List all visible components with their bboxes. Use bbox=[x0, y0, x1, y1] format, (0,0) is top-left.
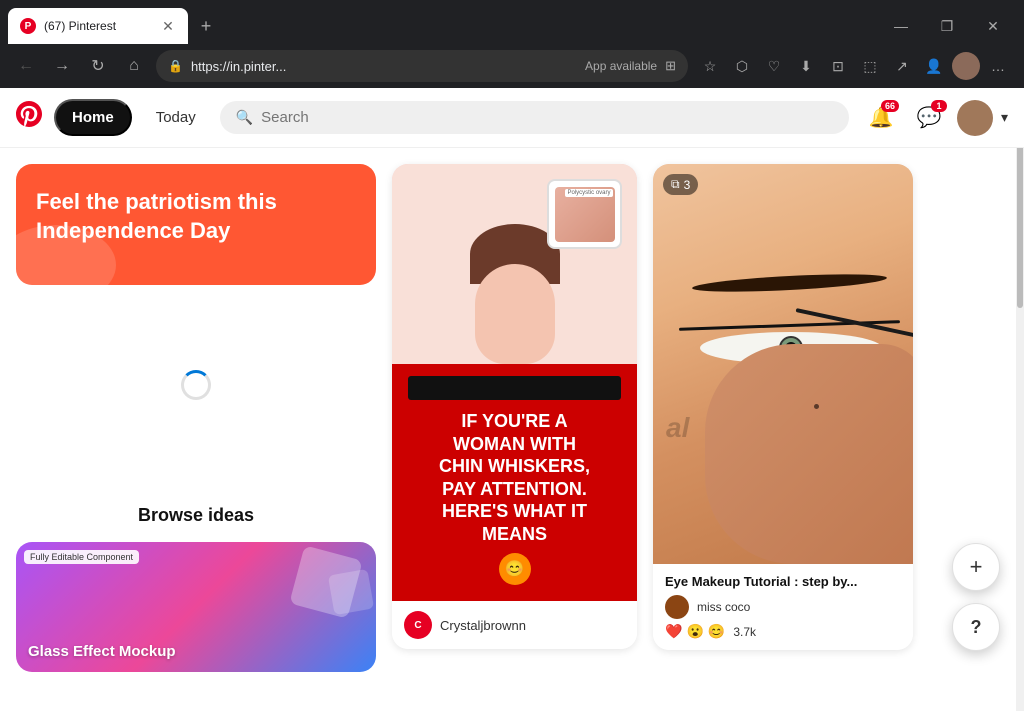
search-input[interactable] bbox=[261, 109, 833, 126]
polycystic-label: Polycystic ovary bbox=[565, 189, 612, 197]
pin-user-avatar: C bbox=[404, 611, 432, 639]
profile2-icon[interactable]: 👤 bbox=[920, 52, 948, 80]
reaction-wow: 😮 bbox=[686, 623, 703, 640]
browse-section: Browse ideas Fully Editable Component Gl… bbox=[16, 505, 376, 672]
header-right: 🔔 66 💬 1 ▾ bbox=[861, 98, 1008, 138]
middle-column: Polycystic ovary IF YOU'RE AWOMAN WITHCH… bbox=[392, 164, 637, 649]
pin-collection-count: ⧉ 3 bbox=[663, 174, 698, 195]
download-icon[interactable]: ⬇ bbox=[792, 52, 820, 80]
address-text: https://in.pinter... bbox=[191, 59, 577, 74]
user-profile-icon[interactable] bbox=[952, 52, 980, 80]
forward-button[interactable]: → bbox=[48, 52, 76, 80]
medical-diagram: Polycystic ovary bbox=[555, 187, 615, 242]
hand bbox=[705, 344, 913, 564]
maximize-button[interactable]: ❐ bbox=[924, 8, 970, 44]
right-column: ⧉ 3 al bbox=[653, 164, 913, 662]
eye-pin-avatar bbox=[665, 595, 689, 619]
pinterest-app: Home Today 🔍 🔔 66 💬 1 ▾ Feel the patriot… bbox=[0, 88, 1024, 711]
collection-count: 3 bbox=[684, 178, 691, 192]
loading-area bbox=[16, 285, 376, 485]
browse-ideas-title: Browse ideas bbox=[16, 505, 376, 526]
tab-title: (67) Pinterest bbox=[44, 19, 152, 33]
tab-bar: (67) Pinterest ✕ + — ❐ ✕ bbox=[0, 0, 1024, 44]
left-column: Feel the patriotism this Independence Da… bbox=[16, 164, 376, 672]
close-button[interactable]: ✕ bbox=[970, 8, 1016, 44]
eye-makeup-pin[interactable]: ⧉ 3 al bbox=[653, 164, 913, 650]
notifications-button[interactable]: 🔔 66 bbox=[861, 98, 901, 138]
collections-icon[interactable]: ⬡ bbox=[728, 52, 756, 80]
eye-pin-title: Eye Makeup Tutorial : step by... bbox=[665, 574, 901, 589]
browse-card[interactable]: Fully Editable Component Glass Effect Mo… bbox=[16, 542, 376, 672]
minimize-button[interactable]: — bbox=[878, 8, 924, 44]
eye-pin-reactions: ❤️ 😮 😊 3.7k bbox=[665, 623, 901, 640]
pinterest-header: Home Today 🔍 🔔 66 💬 1 ▾ bbox=[0, 88, 1024, 148]
browser-toolbar-icons: ☆ ⬡ ♡ ⬇ ⊡ ⬚ ↗ 👤 … bbox=[696, 52, 1012, 80]
scrollbar-track[interactable] bbox=[1016, 88, 1024, 711]
reaction-smile: 😊 bbox=[708, 623, 725, 640]
today-nav-button[interactable]: Today bbox=[144, 101, 208, 134]
search-bar[interactable]: 🔍 bbox=[220, 101, 849, 134]
main-content: Feel the patriotism this Independence Da… bbox=[0, 148, 1024, 688]
tab-close-button[interactable]: ✕ bbox=[160, 18, 176, 34]
tab-favicon-pinterest bbox=[20, 18, 36, 34]
screenshot-icon[interactable]: ⬚ bbox=[856, 52, 884, 80]
eye-image-container: al bbox=[653, 164, 913, 564]
chevron-down-icon[interactable]: ▾ bbox=[1001, 109, 1008, 126]
floating-action-buttons: + ? bbox=[952, 543, 1000, 651]
address-input-wrap[interactable]: 🔒 https://in.pinter... App available ⊞ bbox=[156, 50, 688, 82]
share-icon[interactable]: ↗ bbox=[888, 52, 916, 80]
pin-image-top: Polycystic ovary bbox=[392, 164, 637, 364]
home-button[interactable]: ⌂ bbox=[120, 52, 148, 80]
menu-button[interactable]: … bbox=[984, 52, 1012, 80]
pin-card-whiskers[interactable]: Polycystic ovary IF YOU'RE AWOMAN WITHCH… bbox=[392, 164, 637, 649]
pin-username: Crystaljbrownn bbox=[440, 618, 526, 633]
active-tab[interactable]: (67) Pinterest ✕ bbox=[8, 8, 188, 44]
window-controls: — ❐ ✕ bbox=[878, 8, 1016, 44]
search-icon: 🔍 bbox=[236, 109, 253, 126]
extension-icon: ⊞ bbox=[665, 58, 676, 74]
notification-badge: 66 bbox=[881, 100, 899, 112]
user-avatar[interactable] bbox=[957, 100, 993, 136]
message-badge: 1 bbox=[931, 100, 947, 112]
lock-icon: 🔒 bbox=[168, 59, 183, 73]
reaction-count: 3.7k bbox=[733, 625, 756, 639]
pin-avatar-letter: C bbox=[414, 620, 421, 631]
eye-pin-info: Eye Makeup Tutorial : step by... miss co… bbox=[653, 564, 913, 650]
settings2-icon[interactable]: ⊡ bbox=[824, 52, 852, 80]
face-element bbox=[475, 264, 555, 364]
browse-card-badge: Fully Editable Component bbox=[24, 550, 139, 564]
eye-pin-username: miss coco bbox=[697, 600, 750, 614]
pin-black-bar bbox=[408, 376, 621, 400]
pin-face-icon: 😊 bbox=[499, 553, 531, 585]
collection-icon: ⧉ bbox=[671, 177, 680, 192]
pin-card-footer: C Crystaljbrownn bbox=[392, 601, 637, 649]
pinterest-logo[interactable] bbox=[16, 101, 42, 134]
app-available-label: App available bbox=[585, 59, 657, 73]
reward-icon[interactable]: ♡ bbox=[760, 52, 788, 80]
partial-text: al bbox=[666, 412, 689, 444]
refresh-button[interactable]: ↻ bbox=[84, 52, 112, 80]
help-button[interactable]: ? bbox=[952, 603, 1000, 651]
patriotism-card[interactable]: Feel the patriotism this Independence Da… bbox=[16, 164, 376, 285]
new-tab-button[interactable]: + bbox=[192, 12, 220, 40]
pin-body: IF YOU'RE AWOMAN WITHCHIN WHISKERS,PAY A… bbox=[392, 364, 637, 601]
home-nav-button[interactable]: Home bbox=[54, 99, 132, 136]
loading-spinner bbox=[181, 370, 211, 400]
messages-button[interactable]: 💬 1 bbox=[909, 98, 949, 138]
medical-illustration: Polycystic ovary bbox=[392, 164, 637, 364]
back-button[interactable]: ← bbox=[12, 52, 40, 80]
favorites-icon[interactable]: ☆ bbox=[696, 52, 724, 80]
medical-inset: Polycystic ovary bbox=[547, 179, 622, 249]
pin-body-text: IF YOU'RE AWOMAN WITHCHIN WHISKERS,PAY A… bbox=[408, 410, 621, 545]
eye-pin-user: miss coco bbox=[665, 595, 901, 619]
reaction-heart: ❤️ bbox=[665, 623, 682, 640]
browser-chrome: (67) Pinterest ✕ + — ❐ ✕ ← → ↻ ⌂ 🔒 https… bbox=[0, 0, 1024, 88]
browse-card-text: Glass Effect Mockup bbox=[28, 643, 176, 660]
patriotism-text: Feel the patriotism this Independence Da… bbox=[36, 188, 356, 245]
eye-simulation: al bbox=[653, 164, 913, 564]
browse-card-decor2 bbox=[328, 569, 374, 615]
address-bar: ← → ↻ ⌂ 🔒 https://in.pinter... App avail… bbox=[0, 44, 1024, 88]
add-button[interactable]: + bbox=[952, 543, 1000, 591]
